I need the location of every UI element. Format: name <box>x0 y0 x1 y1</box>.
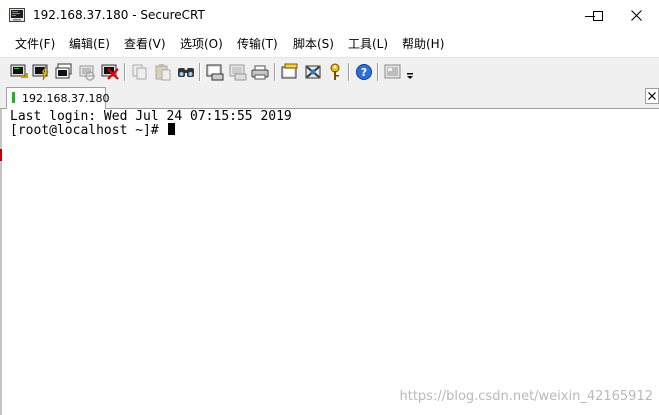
toolbar-separator <box>377 63 379 81</box>
watermark-text: https://blog.csdn.net/weixin_42165912 <box>399 389 653 404</box>
keymap-icon <box>330 63 340 80</box>
find-icon <box>178 68 194 77</box>
menu-tools[interactable]: 工具(L) <box>348 37 388 52</box>
copy-button[interactable] <box>130 62 150 82</box>
terminal-line: Last login: Wed Jul 24 07:15:55 2019 <box>10 109 292 124</box>
paste-button[interactable] <box>153 62 173 82</box>
toolbar-separator <box>348 63 350 81</box>
svg-text:?: ? <box>361 66 367 79</box>
terminal-cursor <box>167 123 175 135</box>
close-icon <box>648 92 656 100</box>
print-setup-icon <box>229 64 247 81</box>
quick-connect-icon <box>32 64 49 81</box>
help-button[interactable]: ? <box>354 62 374 82</box>
copy-icon <box>132 64 147 80</box>
menu-edit[interactable]: 编辑(E) <box>69 37 110 52</box>
reconnect-button[interactable] <box>77 62 97 82</box>
window-title: 192.168.37.180 - SecureCRT <box>33 8 205 22</box>
sftp-icon <box>384 64 401 79</box>
reconnect-icon <box>79 65 95 81</box>
sftp-button[interactable] <box>383 62 403 82</box>
securecrt-app-icon[interactable] <box>9 7 25 23</box>
session-options-icon <box>281 63 298 79</box>
tab-label: 192.168.37.180 <box>22 92 110 105</box>
title-bar: 192.168.37.180 - SecureCRT <box>0 0 659 31</box>
menu-options[interactable]: 选项(O) <box>180 37 223 52</box>
menu-script[interactable]: 脚本(S) <box>293 37 334 52</box>
global-options-icon <box>305 65 321 79</box>
toolbar-separator <box>199 63 201 81</box>
print-button[interactable] <box>205 62 225 82</box>
disconnect-button[interactable] <box>100 62 120 82</box>
find-button[interactable] <box>176 62 196 82</box>
keymap-button[interactable] <box>325 62 345 82</box>
toolbar-overflow-button[interactable] <box>405 62 415 82</box>
connect-icon <box>10 64 28 78</box>
menu-transfer[interactable]: 传输(T) <box>237 37 278 52</box>
toolbar-separator <box>124 63 126 81</box>
global-options-button[interactable] <box>303 62 323 82</box>
disconnect-icon <box>101 64 119 80</box>
print-selection-button[interactable] <box>250 62 270 82</box>
menu-bar: 文件(F) 编辑(E) 查看(V) 选项(O) 传输(T) 脚本(S) 工具(L… <box>0 31 659 57</box>
maximize-icon <box>593 10 603 21</box>
print-selection-icon <box>251 65 269 80</box>
quick-connect-button[interactable] <box>31 62 51 82</box>
terminal-output-area[interactable]: Last login: Wed Jul 24 07:15:55 2019 [ro… <box>0 109 659 415</box>
print-setup-button[interactable] <box>228 62 248 82</box>
close-tab-button[interactable] <box>645 88 659 104</box>
session-options-button[interactable] <box>280 62 300 82</box>
left-margin-marker <box>0 149 2 161</box>
toolbar-overflow-icon <box>407 73 413 79</box>
tab-session-192-168-37-180[interactable]: 192.168.37.180 <box>6 87 110 109</box>
session-tab-bar: 192.168.37.180 <box>0 85 659 109</box>
connect-in-tab-button[interactable] <box>54 62 74 82</box>
print-icon <box>206 64 224 81</box>
close-button[interactable] <box>613 0 659 31</box>
terminal-prompt-line: [root@localhost ~]# <box>10 123 175 137</box>
menu-view[interactable]: 查看(V) <box>124 37 166 52</box>
connection-status-indicator <box>12 92 15 103</box>
menu-help[interactable]: 帮助(H) <box>402 37 444 52</box>
connect-button[interactable] <box>9 62 29 82</box>
paste-icon <box>155 64 171 81</box>
shell-prompt: [root@localhost ~]# <box>10 123 167 138</box>
menu-file[interactable]: 文件(F) <box>15 37 55 52</box>
toolbar-separator <box>274 63 276 81</box>
connect-in-tab-icon <box>55 63 72 79</box>
close-icon <box>630 10 642 21</box>
help-icon: ? <box>356 64 372 80</box>
toolbar: ? <box>0 57 659 85</box>
